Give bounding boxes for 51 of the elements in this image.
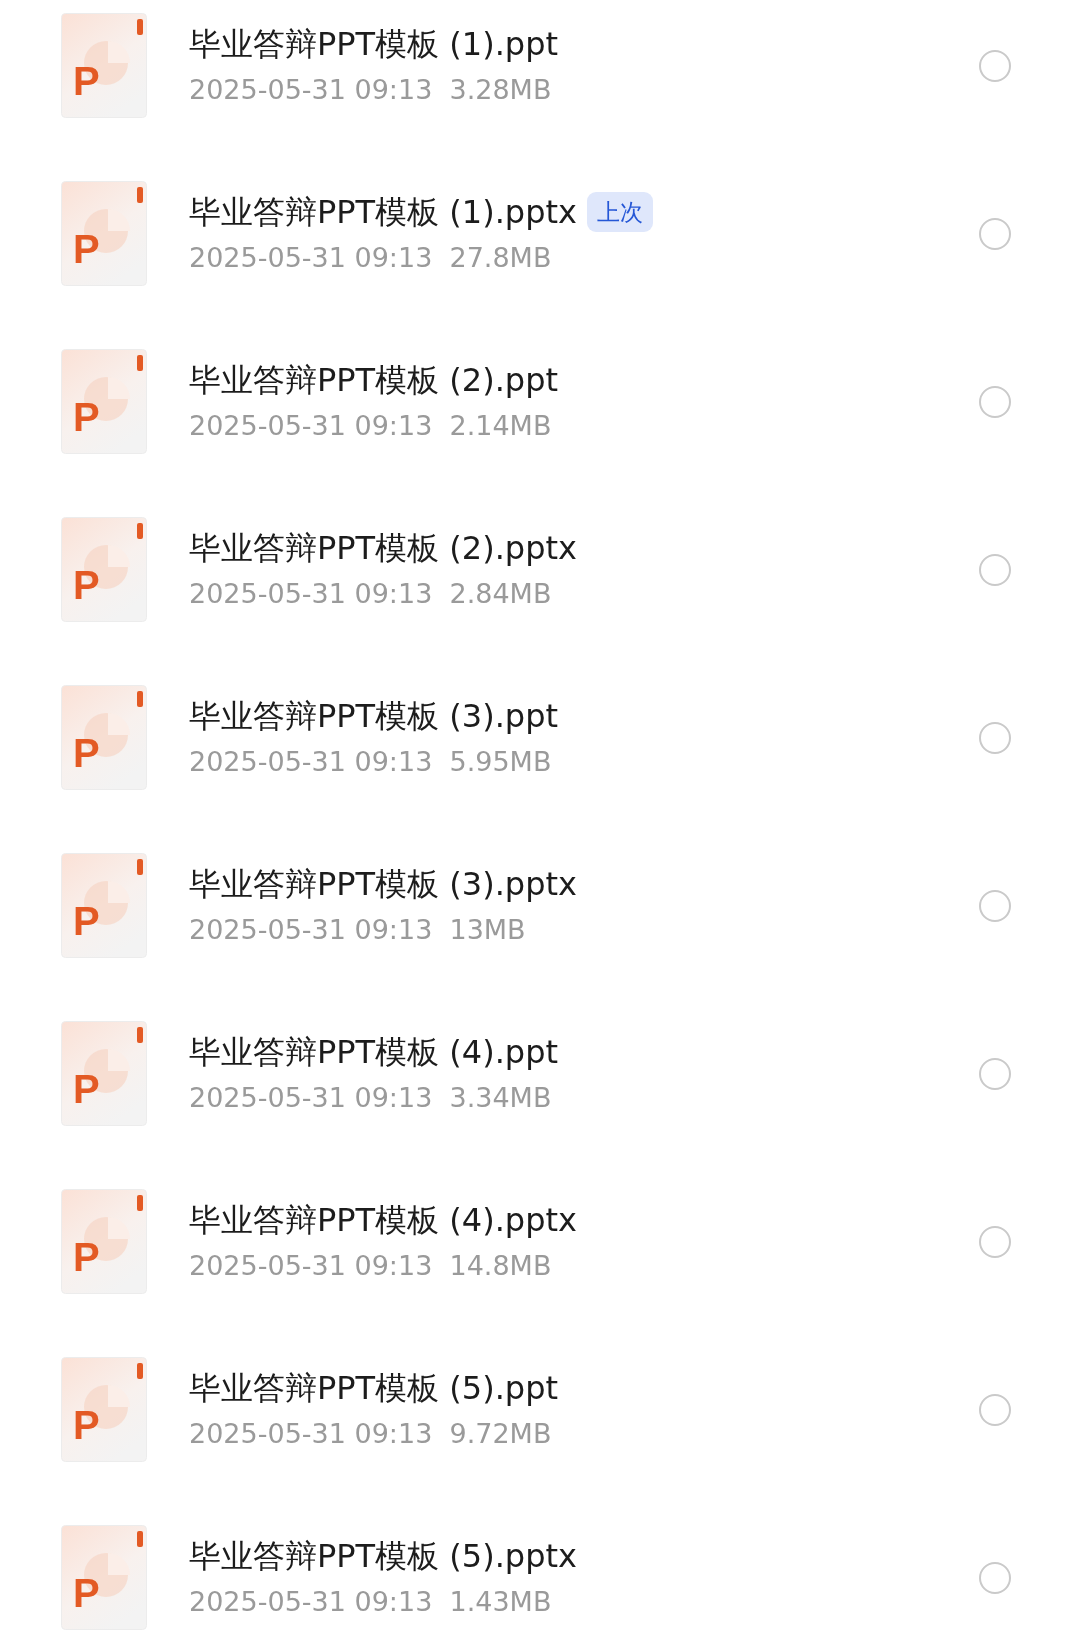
file-meta: 2025-05-31 09:13 3.34MB	[189, 1080, 553, 1115]
file-type-letter: P	[73, 61, 100, 101]
file-meta: 2025-05-31 09:13 27.8MB	[189, 240, 553, 275]
file-meta: 2025-05-31 09:13 2.84MB	[189, 576, 553, 611]
presentation-file-icon	[61, 853, 147, 958]
presentation-file-icon	[61, 685, 147, 790]
file-name: 毕业答辩PPT模板 (2).pptx	[189, 527, 577, 569]
file-name: 毕业答辩PPT模板 (1).ppt	[189, 23, 558, 65]
select-radio[interactable]	[979, 385, 1011, 418]
file-meta: 2025-05-31 09:13 2.14MB	[189, 408, 553, 443]
presentation-file-icon	[61, 1525, 147, 1630]
select-radio[interactable]	[979, 1057, 1011, 1090]
presentation-file-icon	[61, 349, 147, 454]
file-meta: 2025-05-31 09:13 13MB	[189, 912, 527, 947]
file-type-letter: P	[73, 733, 100, 773]
file-name: 毕业答辩PPT模板 (5).pptx	[189, 1535, 577, 1577]
presentation-file-icon	[61, 13, 147, 118]
file-name: 毕业答辩PPT模板 (5).ppt	[189, 1367, 558, 1409]
select-radio[interactable]	[979, 553, 1011, 586]
file-meta: 2025-05-31 09:13 14.8MB	[189, 1248, 553, 1283]
file-type-letter: P	[73, 565, 100, 605]
file-name: 毕业答辩PPT模板 (3).pptx	[189, 863, 577, 905]
file-meta: 2025-05-31 09:13 3.28MB	[189, 72, 553, 107]
file-name: 毕业答辩PPT模板 (3).ppt	[189, 695, 558, 737]
presentation-file-icon	[61, 1021, 147, 1126]
file-type-letter: P	[73, 397, 100, 437]
file-name: 毕业答辩PPT模板 (4).ppt	[189, 1031, 558, 1073]
file-meta: 2025-05-31 09:13 9.72MB	[189, 1416, 553, 1451]
select-radio[interactable]	[979, 49, 1011, 82]
select-radio[interactable]	[979, 889, 1011, 922]
file-name: 毕业答辩PPT模板 (2).ppt	[189, 359, 558, 401]
file-meta: 2025-05-31 09:13 5.95MB	[189, 744, 553, 779]
file-name: 毕业答辩PPT模板 (1).pptx	[189, 191, 577, 233]
select-radio[interactable]	[979, 721, 1011, 754]
file-name: 毕业答辩PPT模板 (4).pptx	[189, 1199, 577, 1241]
file-type-letter: P	[73, 1069, 100, 1109]
presentation-file-icon	[61, 517, 147, 622]
select-radio[interactable]	[979, 1561, 1011, 1594]
file-type-letter: P	[73, 901, 100, 941]
presentation-file-icon	[61, 1189, 147, 1294]
file-type-letter: P	[73, 1237, 100, 1277]
select-radio[interactable]	[979, 1225, 1011, 1258]
recent-badge: 上次	[586, 191, 653, 232]
presentation-file-icon	[61, 181, 147, 286]
select-radio[interactable]	[979, 1393, 1011, 1426]
presentation-file-icon	[61, 1357, 147, 1462]
file-type-letter: P	[73, 1573, 100, 1613]
file-type-letter: P	[73, 229, 100, 269]
file-meta: 2025-05-31 09:13 1.43MB	[189, 1584, 553, 1619]
select-radio[interactable]	[979, 217, 1011, 250]
file-type-letter: P	[73, 1405, 100, 1445]
